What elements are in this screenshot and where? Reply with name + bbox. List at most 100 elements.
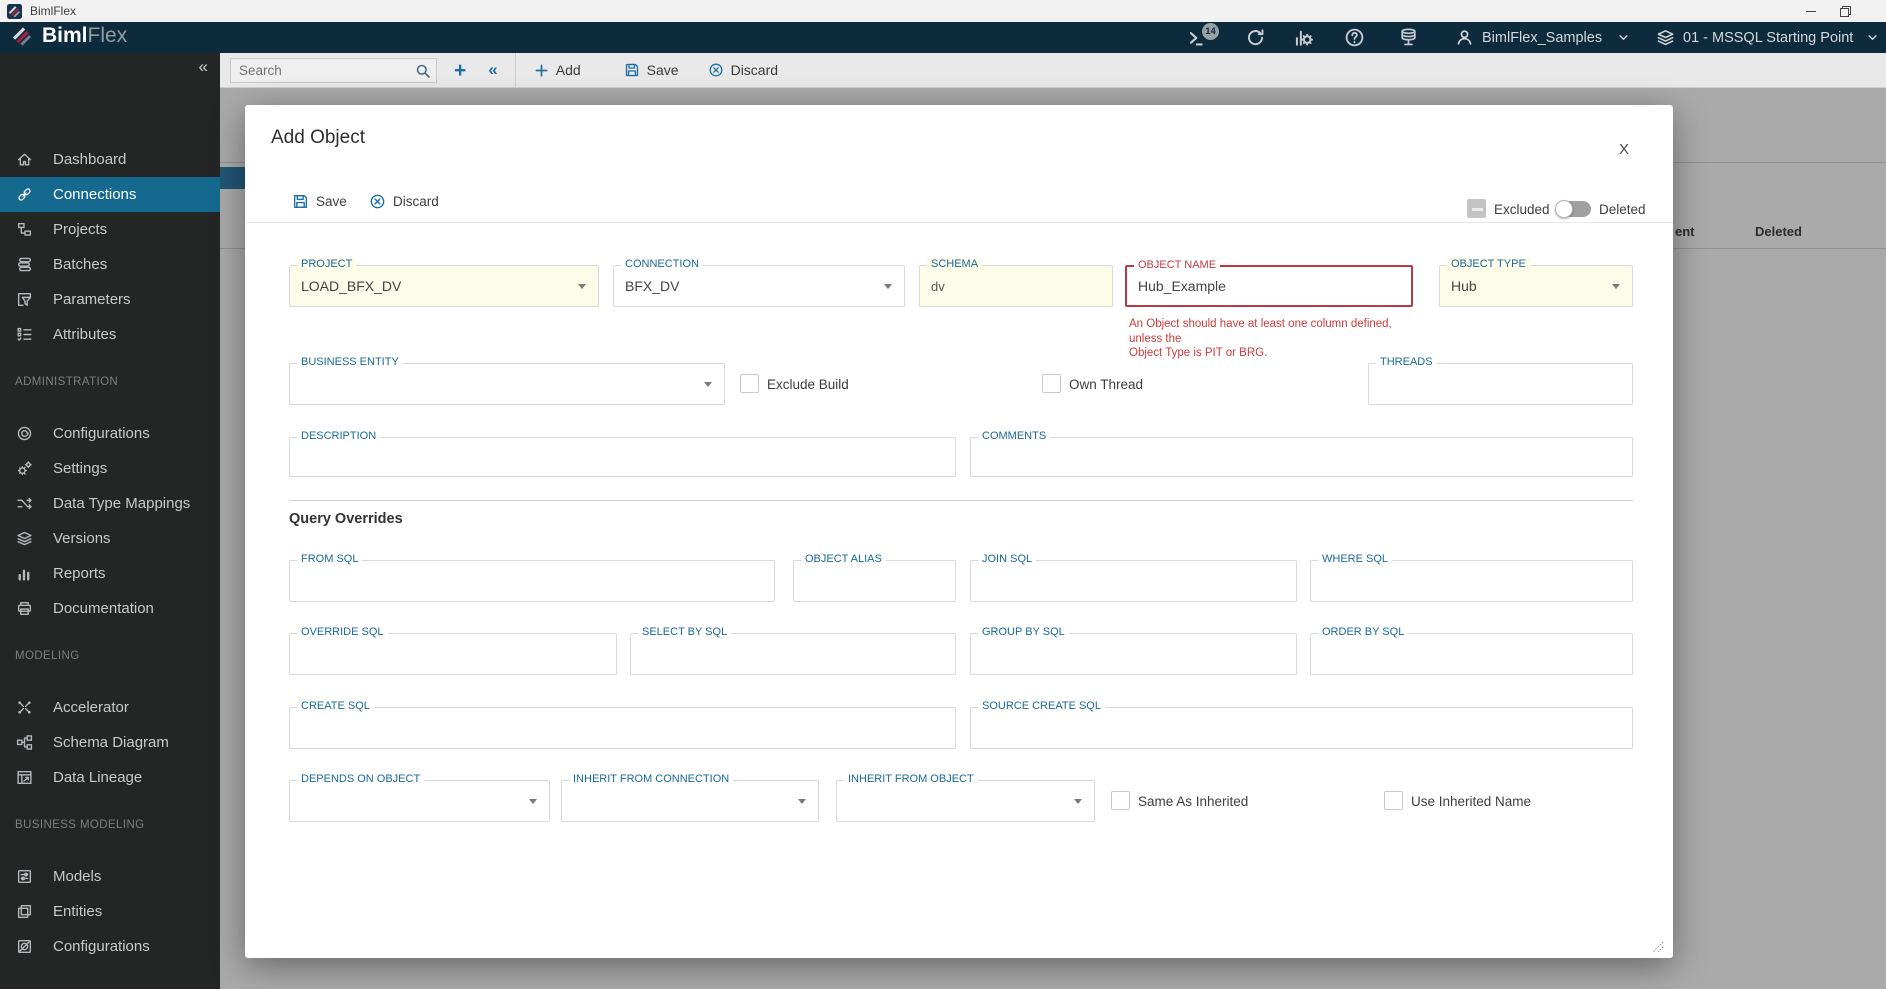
save-button[interactable]: Save — [624, 62, 679, 78]
sidebar-item-configurations[interactable]: Configurations — [0, 416, 220, 451]
environment-name: 01 - MSSQL Starting Point — [1683, 30, 1853, 46]
environment-menu[interactable]: 01 - MSSQL Starting Point — [1656, 22, 1878, 53]
save-icon — [624, 62, 640, 78]
search-icon[interactable] — [415, 63, 431, 79]
override-sql-input[interactable] — [290, 634, 616, 674]
modal-title: Add Object — [271, 127, 365, 149]
chevron-down-icon — [1074, 799, 1082, 804]
modal-discard-button[interactable]: Discard — [369, 193, 439, 210]
sidebar-item-batches[interactable]: Batches — [0, 247, 220, 282]
sidebar-item-reports[interactable]: Reports — [0, 556, 220, 591]
account-name: BimlFlex_Samples — [1482, 30, 1602, 46]
excluded-checkbox[interactable] — [1467, 199, 1486, 218]
inherit-from-object-select[interactable]: INHERIT FROM OBJECT — [836, 780, 1095, 822]
group-by-sql-input[interactable] — [971, 634, 1296, 674]
sidebar-item-dashboard[interactable]: Dashboard — [0, 142, 220, 177]
app-logo-icon — [7, 4, 22, 19]
sidebar-item-entities[interactable]: Entities — [0, 894, 220, 929]
terminal-icon[interactable]: 14 — [1188, 29, 1207, 48]
sidebar-item-label: Attributes — [53, 326, 116, 343]
discard-button[interactable]: Discard — [708, 62, 778, 78]
toolbar-divider — [515, 53, 516, 88]
object-name-field: OBJECT NAME — [1125, 265, 1413, 307]
bimlflex-app-window: BimlFlex BimlFlex 14 — [0, 0, 1886, 989]
sidebar-item-documentation[interactable]: Documentation — [0, 591, 220, 626]
brand-flex: Flex — [88, 24, 128, 47]
object-name-input[interactable] — [1127, 267, 1411, 305]
sidebar-item-data-type-mappings[interactable]: Data Type Mappings — [0, 486, 220, 521]
models-icon — [15, 868, 34, 885]
depends-on-object-select[interactable]: DEPENDS ON OBJECT — [289, 780, 550, 822]
chevron-down-icon — [1867, 32, 1878, 43]
modal-close-button[interactable]: X — [1615, 137, 1633, 162]
join-sql-input[interactable] — [971, 561, 1296, 601]
sidebar-item-versions[interactable]: Versions — [0, 521, 220, 556]
sidebar-item-settings[interactable]: Settings — [0, 451, 220, 486]
create-sql-input[interactable] — [290, 708, 955, 748]
sidebar-item-label: Configurations — [53, 938, 150, 955]
source-create-sql-input[interactable] — [971, 708, 1632, 748]
order-by-sql-input[interactable] — [1311, 634, 1632, 674]
sidebar-item-parameters[interactable]: Parameters — [0, 282, 220, 317]
shuffle-icon — [15, 495, 34, 512]
from-sql-input[interactable] — [290, 561, 774, 601]
project-select[interactable]: PROJECT LOAD_BFX_DV — [289, 265, 599, 307]
chevron-down-icon — [798, 799, 806, 804]
sidebar-item-accelerator[interactable]: Accelerator — [0, 690, 220, 725]
layers-icon — [1656, 28, 1675, 47]
comments-input[interactable] — [971, 438, 1632, 476]
deleted-toggle[interactable] — [1557, 201, 1591, 217]
account-menu[interactable]: BimlFlex_Samples — [1455, 22, 1629, 53]
same-as-inherited-checkbox[interactable] — [1111, 791, 1130, 810]
restore-button[interactable] — [1828, 0, 1862, 22]
description-input[interactable] — [290, 438, 955, 476]
data-lineage-icon — [15, 769, 34, 786]
sidebar-item-business-configurations[interactable]: Configurations — [0, 929, 220, 964]
sidebar-item-connections[interactable]: Connections — [0, 177, 220, 212]
accelerator-icon — [15, 699, 34, 716]
attributes-checklist-icon — [15, 326, 34, 343]
modal-save-button[interactable]: Save — [292, 193, 347, 210]
comments-field: COMMENTS — [970, 437, 1633, 477]
modal-discard-label: Discard — [393, 194, 439, 209]
sidebar-item-projects[interactable]: Projects — [0, 212, 220, 247]
search-input[interactable] — [231, 59, 436, 82]
own-thread-checkbox[interactable] — [1042, 374, 1061, 393]
sidebar-item-label: Projects — [53, 221, 107, 238]
select-by-sql-input[interactable] — [631, 634, 955, 674]
schema-input[interactable] — [920, 266, 1112, 306]
server-icon[interactable] — [1398, 27, 1419, 48]
threads-input[interactable] — [1369, 364, 1632, 404]
sidebar-item-schema-diagram[interactable]: Schema Diagram — [0, 725, 220, 760]
add-button[interactable]: Add — [534, 62, 581, 78]
resize-handle-icon[interactable] — [1651, 940, 1664, 953]
add-row-icon[interactable]: + — [454, 60, 466, 81]
refresh-icon[interactable] — [1245, 27, 1266, 48]
object-alias-input[interactable] — [794, 561, 955, 601]
sidebar-item-attributes[interactable]: Attributes — [0, 317, 220, 352]
business-entity-select[interactable]: BUSINESS ENTITY — [289, 363, 725, 405]
sidebar-item-label: Dashboard — [53, 151, 126, 168]
sidebar-item-models[interactable]: Models — [0, 859, 220, 894]
connection-select[interactable]: CONNECTION BFX_DV — [613, 265, 905, 307]
schema-field: SCHEMA — [919, 265, 1113, 307]
inherit-from-connection-select[interactable]: INHERIT FROM CONNECTION — [561, 780, 819, 822]
help-icon[interactable] — [1344, 27, 1365, 48]
sidebar-item-data-lineage[interactable]: Data Lineage — [0, 760, 220, 795]
object-type-select[interactable]: OBJECT TYPE Hub — [1439, 265, 1633, 307]
sidebar-item-label: Models — [53, 868, 101, 885]
source-create-sql-field: SOURCE CREATE SQL — [970, 707, 1633, 749]
sidebar-collapse-icon[interactable]: « — [199, 57, 208, 77]
plus-icon — [534, 63, 549, 78]
minimize-button[interactable] — [1794, 0, 1828, 22]
sidebar-item-label: Accelerator — [53, 699, 129, 716]
where-sql-input[interactable] — [1311, 561, 1632, 601]
search-box — [230, 58, 437, 83]
sidebar-item-label: Parameters — [53, 291, 131, 308]
exclude-build-checkbox[interactable] — [740, 374, 759, 393]
collapse-panel-icon[interactable]: « — [488, 60, 497, 80]
build-report-icon[interactable] — [1293, 27, 1314, 48]
toolbar: + « Add Save Discard — [220, 53, 1886, 88]
inherit-from-connection-label: INHERIT FROM CONNECTION — [569, 773, 733, 785]
use-inherited-name-checkbox[interactable] — [1384, 791, 1403, 810]
